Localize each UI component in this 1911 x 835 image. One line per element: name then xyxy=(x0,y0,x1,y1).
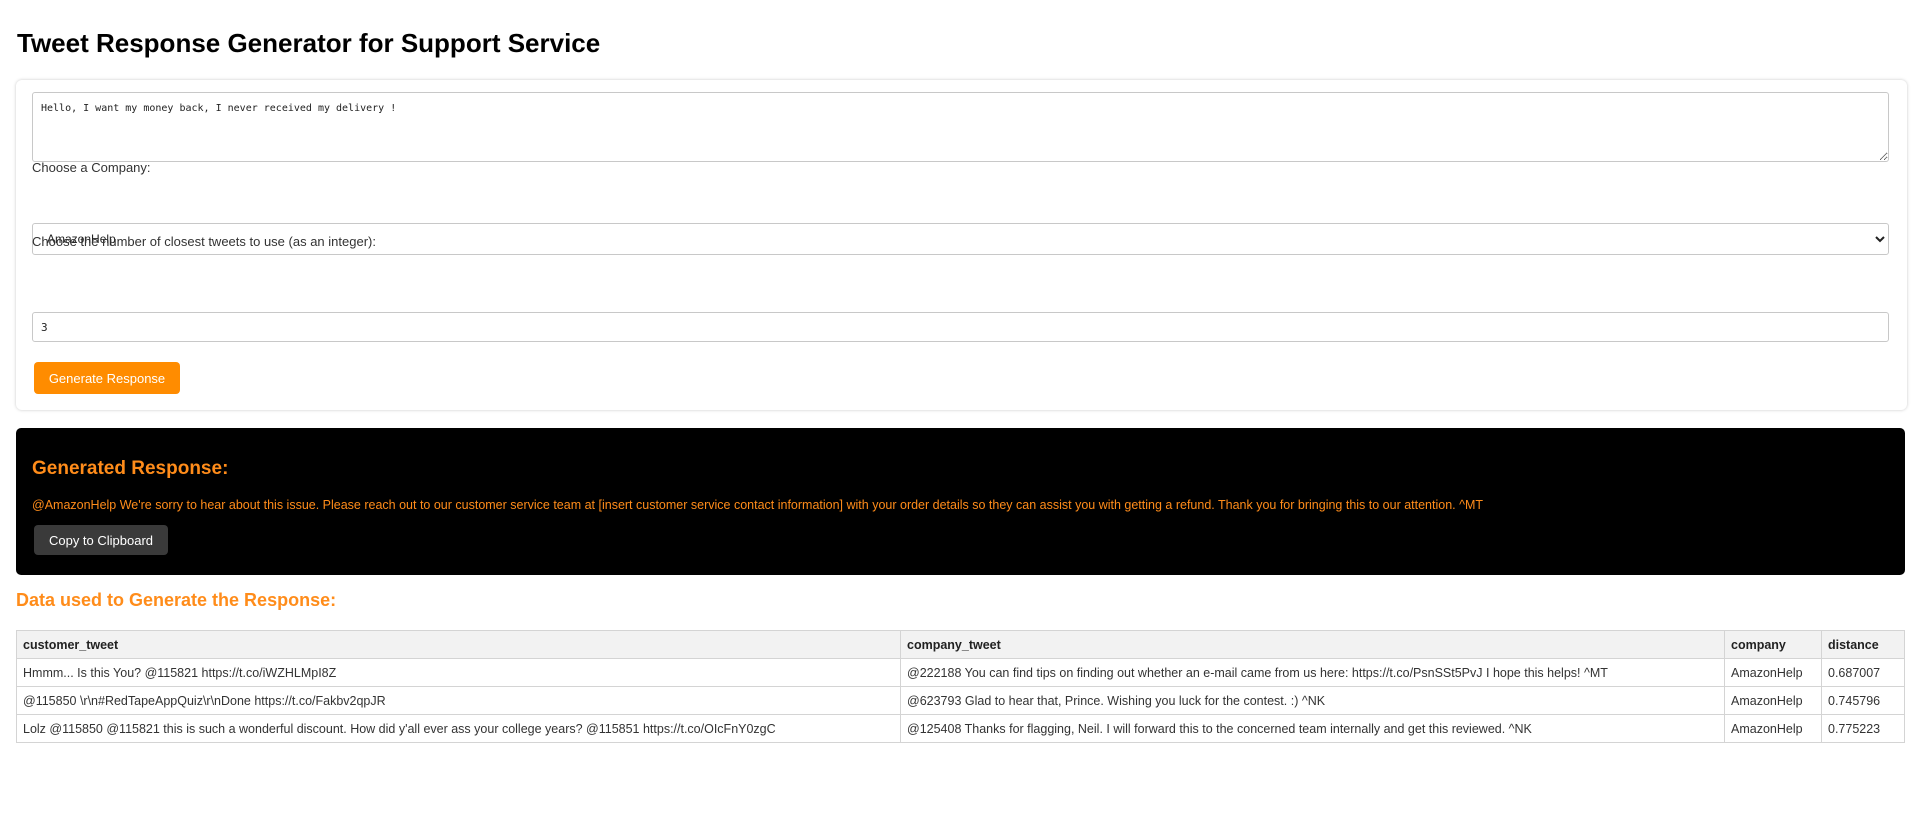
cell-company-tweet: @125408 Thanks for flagging, Neil. I wil… xyxy=(900,714,1725,743)
response-text: @AmazonHelp We're sorry to hear about th… xyxy=(32,498,1484,512)
response-heading: Generated Response: xyxy=(32,458,229,479)
column-header-company-tweet: company_tweet xyxy=(900,630,1725,659)
cell-company: AmazonHelp xyxy=(1724,714,1822,743)
column-header-distance: distance xyxy=(1821,630,1905,659)
cell-company: AmazonHelp xyxy=(1724,686,1822,715)
cell-distance: 0.687007 xyxy=(1821,658,1905,687)
num-tweets-label: Choose the number of closest tweets to u… xyxy=(32,234,376,249)
cell-company-tweet: @623793 Glad to hear that, Prince. Wishi… xyxy=(900,686,1725,715)
table-header-row: customer_tweet company_tweet company dis… xyxy=(16,630,1905,659)
column-header-customer-tweet: customer_tweet xyxy=(16,630,901,659)
company-label: Choose a Company: xyxy=(32,160,151,175)
copy-to-clipboard-button[interactable]: Copy to Clipboard xyxy=(34,525,168,555)
cell-company-tweet: @222188 You can find tips on finding out… xyxy=(900,658,1725,687)
cell-company: AmazonHelp xyxy=(1724,658,1822,687)
column-header-company: company xyxy=(1724,630,1822,659)
table-row: Hmmm... Is this You? @115821 https://t.c… xyxy=(16,658,1905,687)
data-table: customer_tweet company_tweet company dis… xyxy=(16,630,1905,743)
table-row: Lolz @115850 @115821 this is such a wond… xyxy=(16,714,1905,743)
cell-distance: 0.745796 xyxy=(1821,686,1905,715)
data-section-heading: Data used to Generate the Response: xyxy=(16,590,337,610)
cell-customer-tweet: @115850 \r\n#RedTapeAppQuiz\r\nDone http… xyxy=(16,686,901,715)
cell-distance: 0.775223 xyxy=(1821,714,1905,743)
generated-response-panel: Generated Response: @AmazonHelp We're so… xyxy=(16,428,1905,575)
generate-response-button[interactable]: Generate Response xyxy=(34,362,180,394)
cell-customer-tweet: Hmmm... Is this You? @115821 https://t.c… xyxy=(16,658,901,687)
tweet-textarea[interactable]: Hello, I want my money back, I never rec… xyxy=(32,92,1889,162)
input-form-card: Hello, I want my money back, I never rec… xyxy=(16,80,1907,410)
page-title: Tweet Response Generator for Support Ser… xyxy=(17,28,601,58)
table-row: @115850 \r\n#RedTapeAppQuiz\r\nDone http… xyxy=(16,686,1905,715)
cell-customer-tweet: Lolz @115850 @115821 this is such a wond… xyxy=(16,714,901,743)
num-tweets-input[interactable] xyxy=(32,312,1889,342)
